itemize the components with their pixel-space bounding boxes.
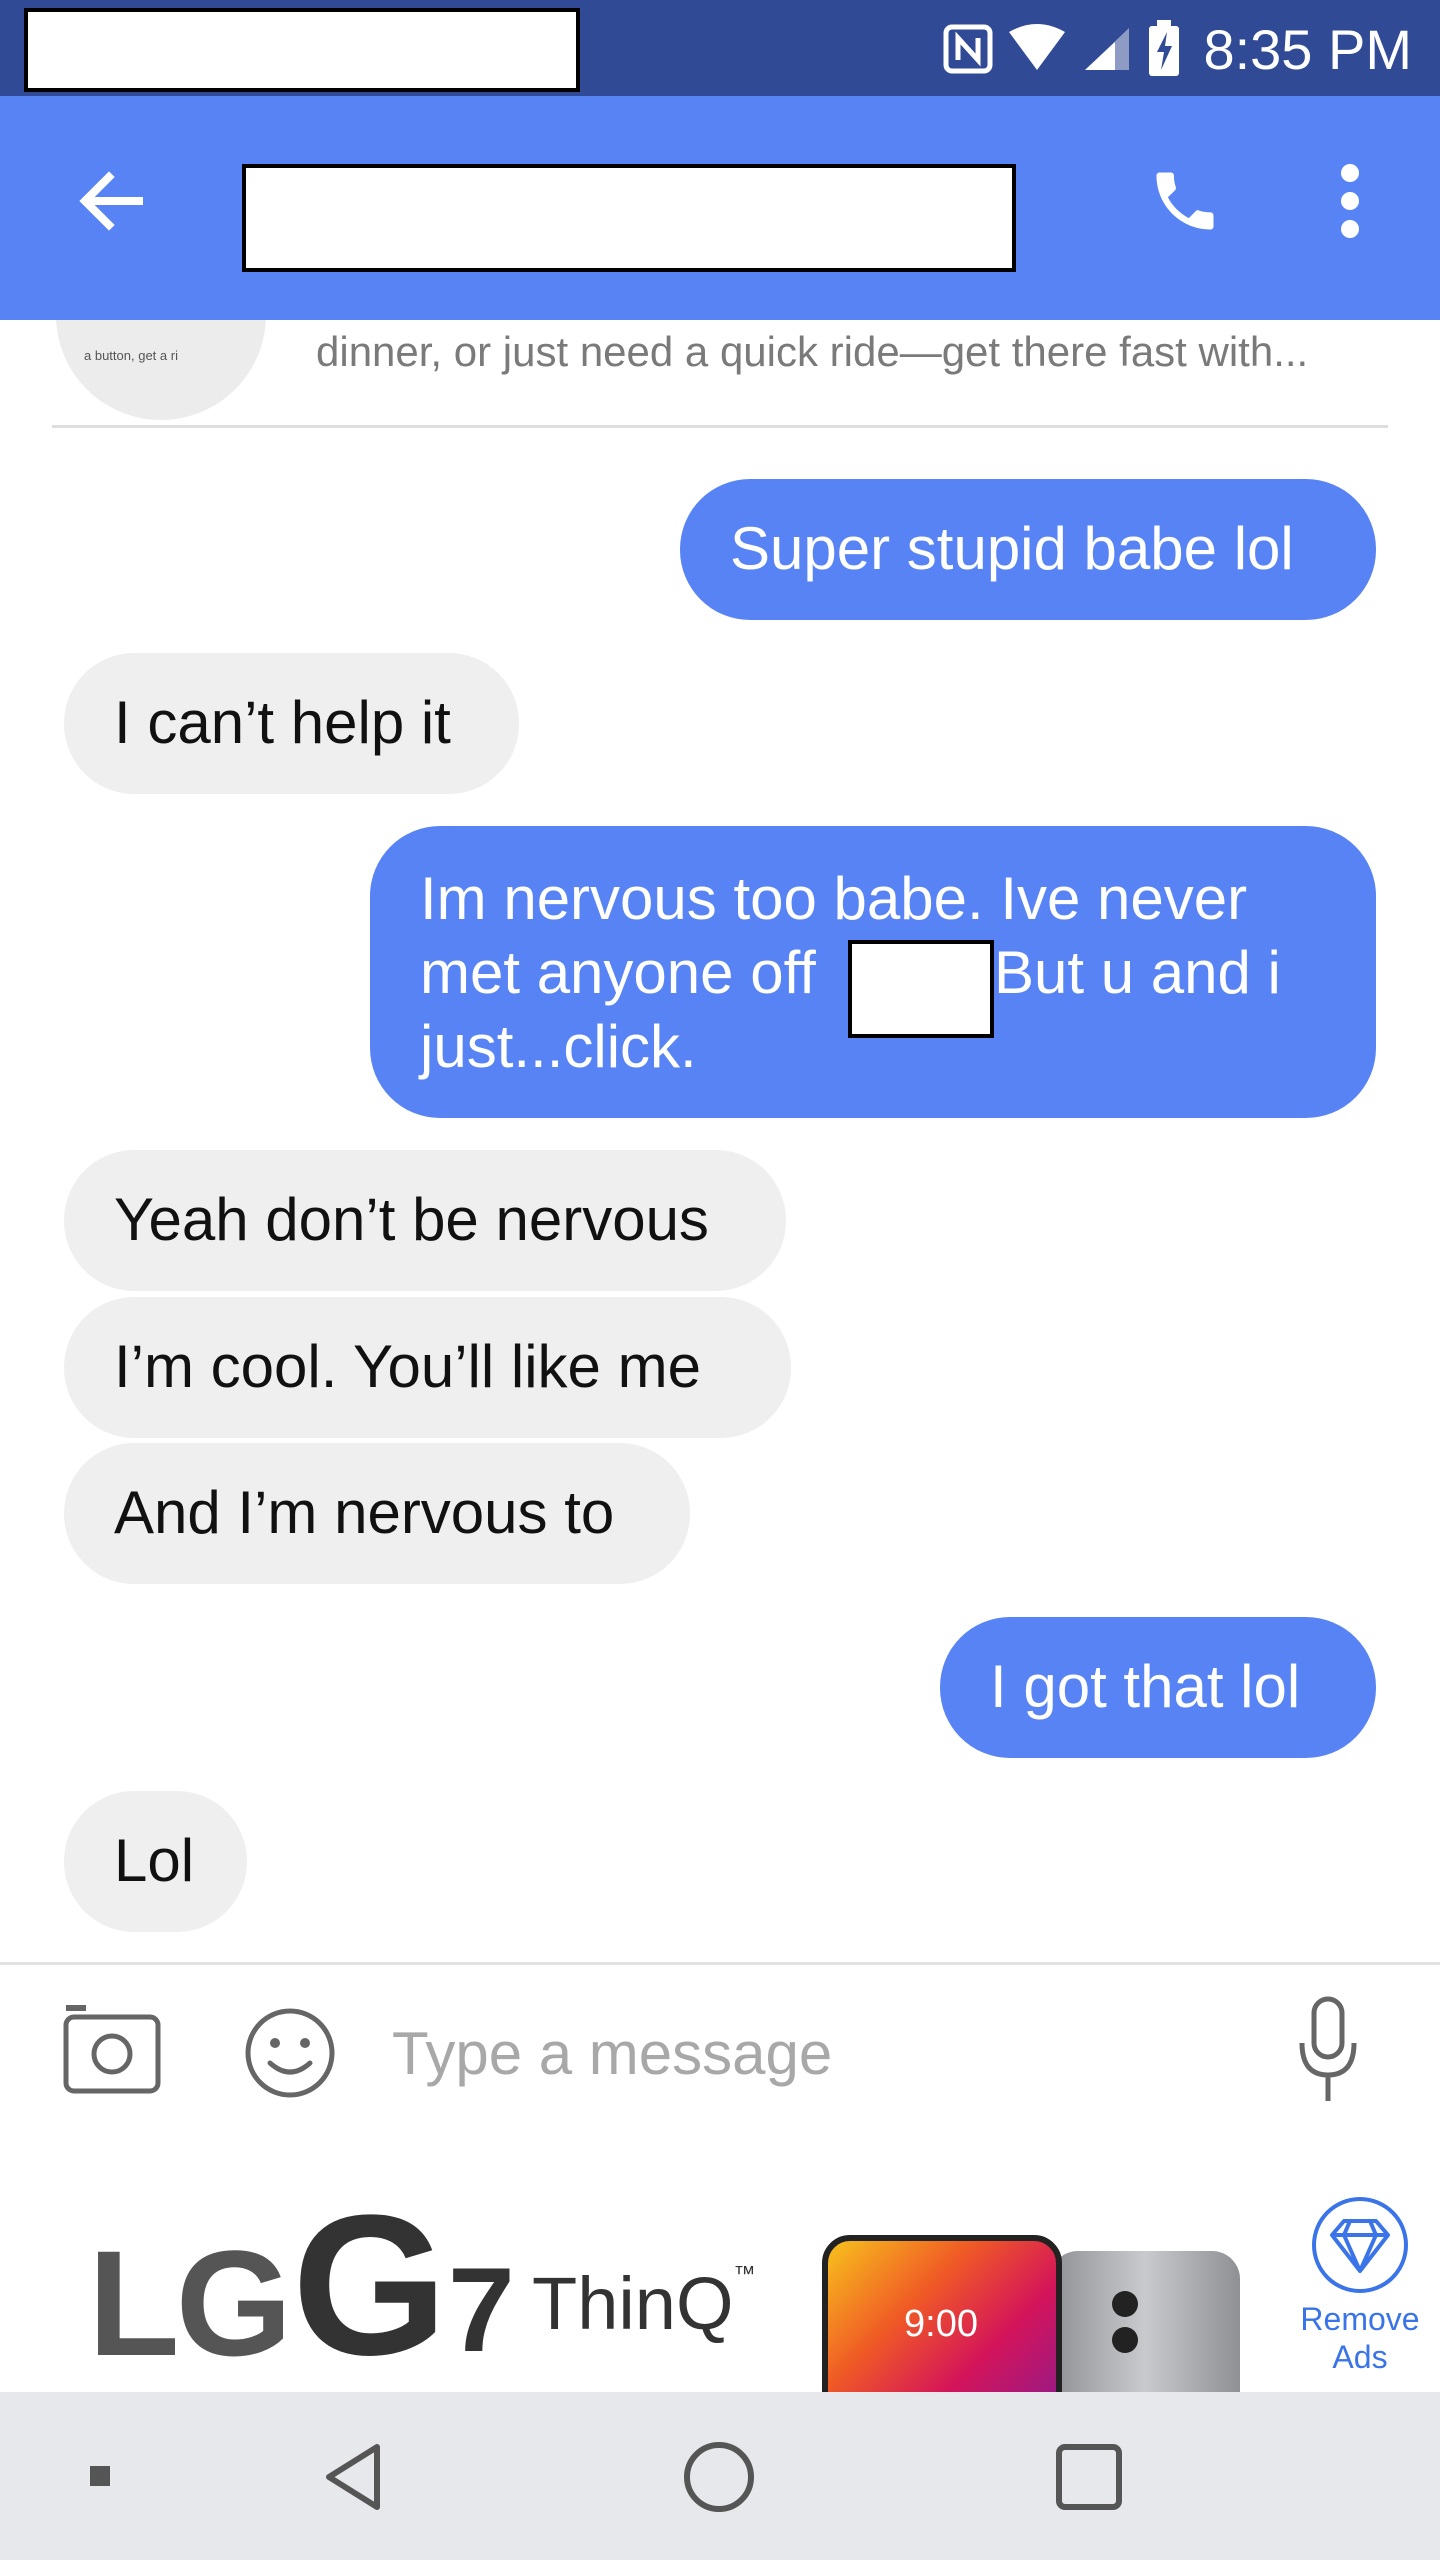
ad-phone-camera [1112, 2291, 1138, 2317]
message-bubble-received[interactable]: I can’t help it [64, 653, 519, 794]
battery-charging-icon [1149, 20, 1180, 76]
nav-back-button[interactable] [300, 2422, 410, 2532]
ad-thumbnail: a button, get a ri [56, 320, 266, 420]
status-bar: 8:35 PM [0, 0, 1440, 96]
camera-button[interactable] [56, 1997, 168, 2109]
nav-dot-button[interactable] [80, 2446, 120, 2506]
microphone-icon [1299, 1996, 1357, 2101]
ad-brand: LG [88, 2219, 292, 2387]
redacted-word [848, 940, 994, 1038]
message-text-line: But u and i [994, 939, 1281, 1006]
phone-icon [1156, 172, 1214, 230]
status-icons: 8:35 PM [943, 14, 1412, 84]
back-triangle-icon [326, 2444, 380, 2510]
camera-icon [63, 2005, 161, 2094]
emoji-button[interactable] [230, 1993, 350, 2113]
system-nav-bar [0, 2392, 1440, 2560]
divider [52, 425, 1388, 428]
remove-ads-label-2: Ads [1332, 2339, 1388, 2375]
message-input[interactable] [392, 2005, 1252, 2101]
signal-icon [1085, 28, 1130, 70]
call-button[interactable] [1130, 146, 1240, 256]
ad-phone-front-image: 9:00 [822, 2235, 1062, 2392]
composer-bar [0, 1965, 1440, 2165]
recents-square-icon [1056, 2444, 1122, 2510]
dot-icon [90, 2466, 110, 2486]
ad-model-number: 7 [448, 2243, 515, 2377]
back-button[interactable] [56, 146, 166, 256]
message-bubble-sent[interactable]: Im nervous too babe. Ive never met anyon… [370, 826, 1376, 1118]
message-text: Lol [114, 1827, 195, 1894]
message-bubble-sent[interactable]: Super stupid babe lol [680, 479, 1376, 620]
remove-ads-button[interactable]: Remove Ads [1290, 2195, 1430, 2376]
message-bubble-received[interactable]: I’m cool. You’ll like me [64, 1297, 791, 1438]
redacted-notification [24, 8, 580, 92]
message-text-line: just...click. [420, 1013, 697, 1080]
message-text: And I’m nervous to [114, 1479, 615, 1546]
message-text: Super stupid babe lol [730, 515, 1294, 582]
message-bubble-received[interactable]: And I’m nervous to [64, 1443, 690, 1584]
nav-home-button[interactable] [664, 2422, 774, 2532]
message-text-line: met anyone off [420, 939, 816, 1006]
ad-phone-camera [1112, 2327, 1138, 2353]
ad-model-g: G [292, 2174, 448, 2392]
message-bubble-received[interactable]: Yeah don’t be nervous [64, 1150, 786, 1291]
more-vertical-icon [1341, 164, 1359, 238]
nav-recents-button[interactable] [1034, 2422, 1144, 2532]
message-text-line: Im nervous too babe. Ive never [420, 865, 1248, 932]
message-text: I got that lol [990, 1653, 1301, 1720]
diamond-icon [1312, 2197, 1408, 2293]
message-text: I’m cool. You’ll like me [114, 1333, 701, 1400]
arrow-left-icon [79, 171, 143, 231]
message-bubble-received[interactable]: Lol [64, 1791, 247, 1932]
remove-ads-label-1: Remove [1300, 2301, 1420, 2337]
smiley-icon [245, 2008, 335, 2098]
ad-model-suffix: ThinQ™ [532, 2261, 756, 2346]
ad-phone-clock: 9:00 [904, 2303, 978, 2345]
ad-model-suffix-text: ThinQ [532, 2262, 734, 2345]
status-time: 8:35 PM [1203, 17, 1412, 81]
message-text: Yeah don’t be nervous [114, 1186, 709, 1253]
ad-trademark: ™ [733, 2261, 756, 2286]
home-circle-icon [684, 2442, 754, 2512]
banner-ad[interactable]: LG G 7 ThinQ™ 9:00 Remove Ads [0, 2165, 1440, 2392]
message-text: I can’t help it [114, 689, 451, 756]
ad-phone-back-image [1050, 2251, 1240, 2392]
ad-preview-text: dinner, or just need a quick ride—get th… [316, 328, 1309, 375]
wifi-icon [1009, 24, 1066, 70]
redacted-contact-name [242, 164, 1016, 272]
nfc-icon [943, 24, 993, 74]
sponsored-message-preview[interactable]: a button, get a ri dinner, or just need … [0, 320, 1440, 430]
more-options-button[interactable] [1300, 146, 1400, 256]
voice-button[interactable] [1276, 1989, 1380, 2117]
ad-thumbnail-caption: a button, get a ri [84, 348, 178, 363]
message-bubble-sent[interactable]: I got that lol [940, 1617, 1376, 1758]
app-bar [0, 96, 1440, 320]
